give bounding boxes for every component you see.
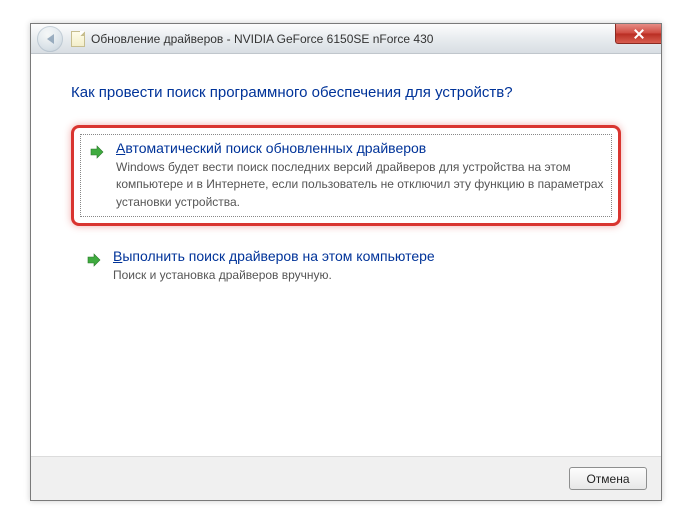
option-auto-search[interactable]: Автоматический поиск обновленных драйвер… — [71, 125, 621, 226]
close-icon — [634, 29, 644, 39]
option-title: Автоматический поиск обновленных драйвер… — [116, 140, 604, 156]
option-title: Выполнить поиск драйверов на этом компью… — [113, 248, 607, 264]
arrow-right-icon — [88, 143, 106, 161]
option-description: Поиск и установка драйверов вручную. — [113, 267, 607, 284]
option-description: Windows будет вести поиск последних верс… — [116, 159, 604, 211]
content-area: Как провести поиск программного обеспече… — [31, 54, 661, 297]
titlebar: Обновление драйверов - NVIDIA GeForce 61… — [31, 24, 661, 54]
arrow-right-icon — [85, 251, 103, 269]
close-button[interactable] — [615, 24, 661, 44]
footer: Отмена — [31, 456, 661, 500]
back-button[interactable] — [37, 26, 63, 52]
page-heading: Как провести поиск программного обеспече… — [71, 84, 621, 101]
device-icon — [71, 31, 85, 47]
cancel-button[interactable]: Отмена — [569, 467, 647, 490]
option-browse-computer[interactable]: Выполнить поиск драйверов на этом компью… — [71, 236, 621, 296]
window-title: Обновление драйверов - NVIDIA GeForce 61… — [91, 32, 433, 46]
driver-update-wizard-window: Обновление драйверов - NVIDIA GeForce 61… — [30, 23, 662, 501]
